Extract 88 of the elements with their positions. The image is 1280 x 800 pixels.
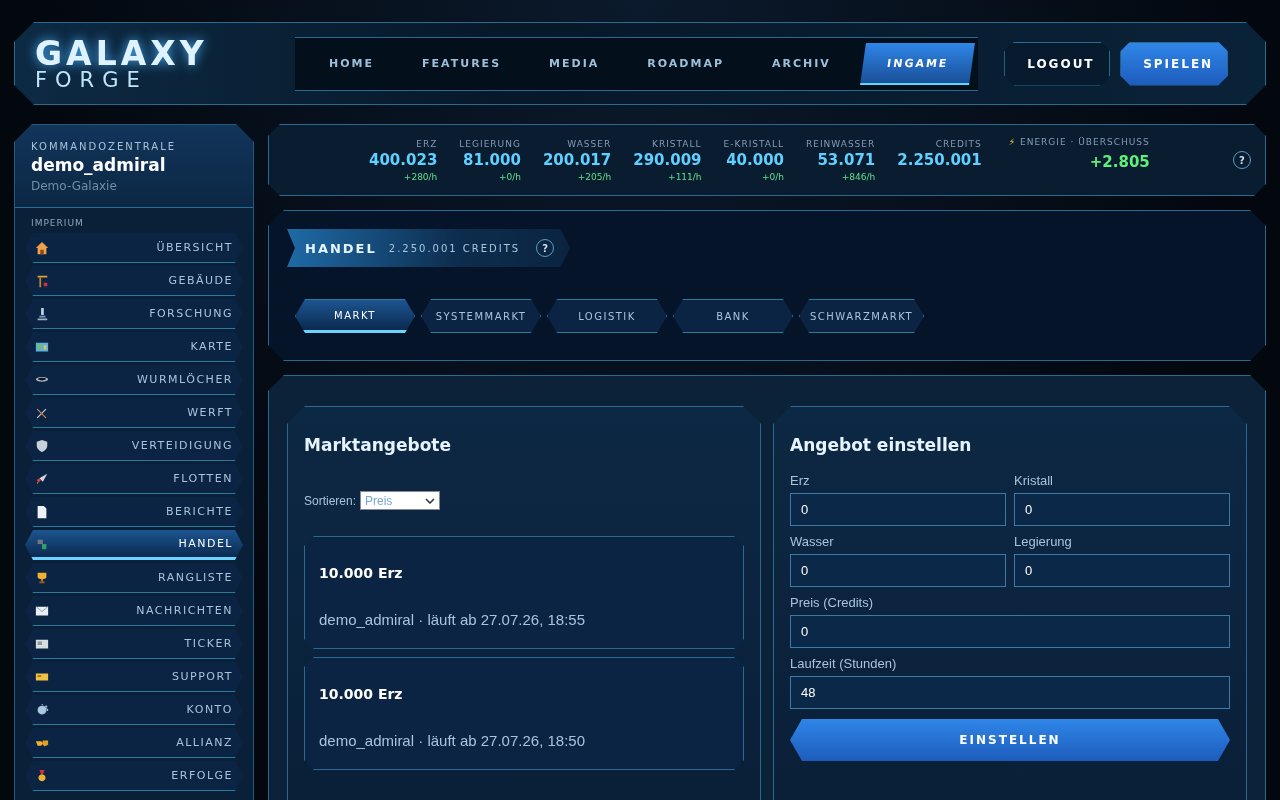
sidebar-item[interactable]: BERICHTE bbox=[25, 497, 243, 527]
hole-icon bbox=[35, 377, 49, 382]
sidebar-item[interactable]: ALLIANZ bbox=[25, 728, 243, 758]
input-field[interactable]: 0 bbox=[1014, 554, 1230, 587]
sidebar-item[interactable]: FLOTTEN bbox=[25, 464, 243, 494]
resource-value: 200.017 bbox=[542, 150, 612, 169]
resource-rate: +846/h bbox=[841, 171, 876, 182]
field-label: Erz bbox=[790, 473, 811, 488]
house-icon bbox=[35, 240, 49, 255]
shield-icon bbox=[35, 438, 49, 453]
resource-rate: +0/h bbox=[762, 171, 784, 182]
trade-tab[interactable]: SYSTEMMARKT bbox=[421, 299, 541, 333]
sort-label: Sortieren: bbox=[304, 493, 357, 508]
logo-subtitle: FORGE bbox=[35, 69, 149, 91]
field-label: Kristall bbox=[1014, 473, 1054, 488]
card-title: Angebot einstellen bbox=[790, 435, 973, 455]
sidebar-item[interactable]: FORSCHUNG bbox=[25, 299, 243, 329]
trophy-icon bbox=[35, 570, 49, 585]
resource-rate: +0/h bbox=[498, 171, 521, 182]
sidebar-item[interactable]: NACHRICHTEN bbox=[25, 596, 243, 626]
sidebar-item[interactable]: SUPPORT bbox=[25, 662, 243, 692]
resource-label: E-KRISTALL bbox=[723, 138, 784, 149]
resource-rate: +280/h bbox=[403, 171, 438, 182]
resource-rate: +111/h bbox=[668, 171, 702, 182]
nav-link[interactable]: ARCHIV bbox=[747, 43, 855, 84]
energy-label: ⚡ ENERGIE · ÜBERSCHUSS bbox=[1008, 137, 1150, 147]
resource-label: LEGIERUNG bbox=[459, 138, 521, 149]
sidebar-item[interactable]: RANGLISTE bbox=[25, 563, 243, 593]
offer-details: demo_admiral · läuft ab 27.07.26, 18:50 bbox=[319, 732, 586, 749]
field-label: Laufzeit (Stunden) bbox=[790, 656, 898, 671]
nav-link[interactable]: HOME bbox=[305, 43, 399, 84]
rocket-icon bbox=[35, 471, 49, 486]
document-icon bbox=[35, 504, 49, 519]
logo-title: GALAXY bbox=[35, 36, 209, 70]
nav-link[interactable]: MEDIA bbox=[525, 43, 624, 84]
play-button[interactable]: SPIELEN bbox=[1120, 41, 1229, 86]
sidebar-item[interactable]: TICKER bbox=[25, 629, 243, 659]
resource-label: ERZ bbox=[416, 138, 438, 149]
section-heading: IMPERIUM bbox=[30, 217, 85, 230]
card-title: Marktangebote bbox=[304, 435, 452, 455]
input-field[interactable]: 0 bbox=[790, 554, 1006, 587]
field-label: Wasser bbox=[790, 534, 835, 549]
trade-title: HANDEL bbox=[305, 240, 377, 256]
resource-value: 400.023 bbox=[369, 150, 438, 169]
nav-link[interactable]: ROADMAP bbox=[623, 43, 748, 84]
field-label: Legierung bbox=[1014, 534, 1073, 549]
sidebar-item[interactable]: GEBÄUDE bbox=[25, 266, 243, 296]
trade-tab[interactable]: SCHWARZMARKT bbox=[799, 299, 925, 333]
input-field[interactable]: 0 bbox=[790, 615, 1230, 648]
resource-label: WASSER bbox=[567, 138, 612, 149]
caret-icon bbox=[425, 497, 436, 504]
offer-details: demo_admiral · läuft ab 27.07.26, 18:55 bbox=[319, 611, 586, 628]
logout-button[interactable]: LOGOUT bbox=[1004, 41, 1111, 86]
sidebar-item[interactable]: KONTO bbox=[25, 695, 243, 725]
resource-value: 53.071 bbox=[817, 150, 876, 169]
user-name: demo_admiral bbox=[31, 155, 167, 175]
nav-link[interactable]: FEATURES bbox=[398, 43, 526, 84]
resource-rate: +205/h bbox=[577, 171, 612, 182]
nav-link[interactable]: INGAME bbox=[859, 42, 976, 85]
submit-button[interactable]: EINSTELLEN bbox=[790, 719, 1230, 761]
trade-tab[interactable]: BANK bbox=[673, 299, 793, 333]
sidebar-item[interactable]: VERTEIDIGUNG bbox=[25, 431, 243, 461]
offer-amount: 10.000 Erz bbox=[319, 565, 404, 581]
energy-value: +2.805 bbox=[1089, 153, 1150, 171]
sidebar-item[interactable]: WURMLÖCHER bbox=[25, 365, 243, 395]
resource-value: 81.000 bbox=[463, 150, 521, 169]
field-label: Preis (Credits) bbox=[790, 595, 875, 610]
sidebar-item[interactable]: KARTE bbox=[25, 332, 243, 362]
sidebar-caption: KOMMANDOZENTRALE bbox=[31, 141, 178, 152]
sidebar-item[interactable]: ÜBERSICHT bbox=[25, 233, 243, 263]
input-field[interactable]: 0 bbox=[1014, 493, 1230, 526]
offer-amount: 10.000 Erz bbox=[319, 686, 404, 702]
resource-label: REINWASSER bbox=[806, 138, 876, 149]
input-field[interactable]: 0 bbox=[790, 493, 1006, 526]
sidebar-item[interactable]: ERFOLGE bbox=[25, 761, 243, 791]
sidebar-item[interactable]: HANDEL bbox=[25, 530, 243, 560]
galaxy-name: Demo-Galaxie bbox=[31, 179, 118, 193]
input-field[interactable]: 48 bbox=[790, 676, 1230, 709]
trade-tab[interactable]: MARKT bbox=[295, 299, 415, 333]
resource-label: CREDITS bbox=[935, 139, 982, 149]
resource-value: 40.000 bbox=[726, 150, 784, 169]
credits-value: 2.250.001 bbox=[897, 151, 982, 169]
sidebar-item[interactable]: WERFT bbox=[25, 398, 243, 428]
trade-tab[interactable]: LOGISTIK bbox=[547, 299, 667, 333]
trade-credits: 2.250.001 CREDITS bbox=[388, 242, 521, 254]
resource-value: 290.009 bbox=[633, 150, 702, 169]
resource-label: KRISTALL bbox=[652, 138, 702, 149]
microscope-icon bbox=[35, 306, 49, 321]
